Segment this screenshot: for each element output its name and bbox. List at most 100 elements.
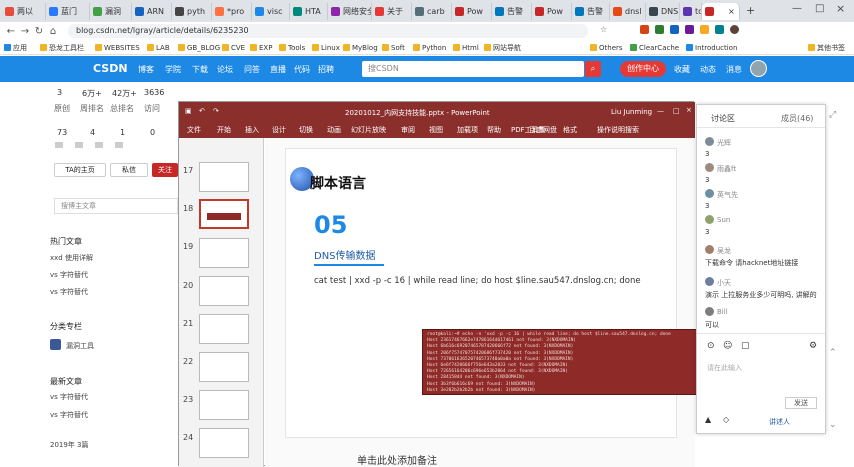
nav-item-messages[interactable]: 消息	[726, 64, 742, 75]
ta-homepage-button[interactable]: TA的主页	[54, 163, 106, 177]
browser-tab[interactable]: carb	[412, 3, 452, 20]
hot-article-link[interactable]: vs 字符替代	[50, 270, 88, 280]
bookmark-item[interactable]: Tools	[279, 42, 305, 53]
profile-avatar[interactable]	[730, 25, 739, 34]
archive-year-link[interactable]: 2019年 3篇	[50, 440, 89, 450]
user-avatar[interactable]	[750, 60, 767, 77]
slide-thumbnail[interactable]	[199, 162, 249, 192]
bookmark-item[interactable]: Others	[590, 42, 623, 53]
bookmark-item[interactable]: Soft	[382, 42, 405, 53]
ppt-close-icon[interactable]: ×	[686, 106, 692, 114]
nav-item[interactable]: 论坛	[217, 64, 233, 75]
redo-icon[interactable]: ↷	[213, 107, 219, 115]
browser-tab[interactable]: *pro	[212, 3, 252, 20]
nav-item[interactable]: 学院	[165, 64, 181, 75]
csdn-logo[interactable]: CSDN	[93, 62, 128, 75]
follow-button[interactable]: 关注	[152, 163, 178, 177]
hide-panel-icon[interactable]: ⌄	[829, 420, 837, 430]
csdn-search-input[interactable]: 搜CSDN	[362, 61, 584, 77]
notes-placeholder[interactable]: 单击此处添加备注	[357, 452, 437, 467]
extension-icon[interactable]	[640, 25, 649, 34]
ppt-maximize-icon[interactable]: □	[673, 107, 680, 115]
ribbon-tab[interactable]: 切换	[299, 125, 313, 135]
ribbon-tab[interactable]: 视图	[429, 125, 443, 135]
create-center-button[interactable]: 创作中心	[620, 61, 666, 77]
send-button[interactable]: 发送	[785, 397, 817, 409]
expand-icon[interactable]: ⤢	[829, 110, 836, 120]
terminal-screenshot[interactable]: root@kali:~# echo -n 'xxd -p -c 16 | whi…	[422, 329, 734, 395]
browser-tab[interactable]: 关于	[372, 3, 412, 20]
bookmark-item[interactable]: 网站导航	[484, 42, 521, 53]
slide-thumbnail[interactable]	[199, 390, 249, 420]
recent-article-link[interactable]: vs 字符替代	[50, 392, 88, 402]
bookmark-item[interactable]: ClearCache	[630, 42, 679, 53]
reload-icon[interactable]: ↻	[32, 26, 46, 37]
ribbon-tab[interactable]: 百度网盘	[529, 125, 557, 135]
minimize-icon[interactable]: —	[792, 3, 802, 14]
ribbon-tab[interactable]: 开始	[217, 125, 231, 135]
bookmark-item[interactable]: EXP	[250, 42, 272, 53]
hot-article-link[interactable]: vs 字符替代	[50, 287, 88, 297]
maximize-icon[interactable]: □	[815, 3, 824, 14]
scroll-top-icon[interactable]: ⌃	[829, 348, 837, 358]
tell-me-search[interactable]: 操作说明搜索	[597, 125, 639, 135]
bookmark-item[interactable]: 应用	[4, 42, 27, 53]
ppt-minimize-icon[interactable]: —	[657, 107, 664, 115]
close-window-icon[interactable]: ×	[836, 2, 845, 15]
bookmark-item[interactable]: Python	[413, 42, 446, 53]
browser-tab[interactable]: 两以	[2, 3, 46, 20]
extension-icon[interactable]	[655, 25, 664, 34]
bookmark-star-icon[interactable]: ☆	[600, 25, 607, 34]
nav-item[interactable]: 问答	[244, 64, 260, 75]
ribbon-tab[interactable]: 格式	[563, 125, 577, 135]
slide-thumbnail[interactable]	[199, 238, 249, 268]
undo-icon[interactable]: ↶	[199, 107, 205, 115]
members-tab[interactable]: 成员(46)	[781, 113, 813, 124]
recent-article-link[interactable]: vs 字符替代	[50, 410, 88, 420]
settings-icon[interactable]: ⚙	[809, 341, 817, 351]
share-icon[interactable]: ◇	[723, 415, 729, 424]
discussion-tab[interactable]: 讨论区	[711, 113, 735, 124]
browser-tab[interactable]: ARN	[132, 3, 172, 20]
browser-tab[interactable]: Pow	[452, 3, 492, 20]
extension-icon[interactable]	[700, 25, 709, 34]
ribbon-tab[interactable]: 帮助	[487, 125, 501, 135]
nav-item[interactable]: 招聘	[318, 64, 334, 75]
save-icon[interactable]: ▣	[185, 107, 192, 115]
bookmark-item[interactable]: Introduction	[686, 42, 737, 53]
browser-tab[interactable]: DNS	[646, 3, 680, 20]
nav-item[interactable]: 直播	[270, 64, 286, 75]
browser-tab[interactable]: visc	[252, 3, 290, 20]
browser-tab[interactable]: 蓝门	[46, 3, 90, 20]
browser-tab[interactable]: 告警	[492, 3, 532, 20]
nav-item-activity[interactable]: 动态	[700, 64, 716, 75]
bookmark-item[interactable]: GB_BLOG	[178, 42, 220, 53]
slide-thumbnail[interactable]	[199, 276, 249, 306]
browser-tab[interactable]: tool	[680, 3, 702, 20]
slide-thumbnail[interactable]	[199, 314, 249, 344]
ribbon-tab[interactable]: 插入	[245, 125, 259, 135]
browser-tab[interactable]: 告警	[572, 3, 610, 20]
ribbon-tab[interactable]: 设计	[272, 125, 286, 135]
message-button[interactable]: 私信	[110, 163, 148, 177]
ribbon-tab[interactable]: 审阅	[401, 125, 415, 135]
extension-icon[interactable]	[670, 25, 679, 34]
nav-item-favorites[interactable]: 收藏	[674, 64, 690, 75]
bookmark-item[interactable]: Linux	[312, 42, 340, 53]
forward-icon[interactable]: →	[18, 26, 32, 37]
bookmark-item[interactable]: CVE	[222, 42, 245, 53]
emoji-icon[interactable]: ☺	[723, 341, 732, 351]
bookmark-item[interactable]: 恐龙工具栏	[40, 42, 84, 53]
url-input[interactable]: blog.csdn.net/lgray/article/details/6235…	[68, 24, 588, 38]
nav-item[interactable]: 博客	[138, 64, 154, 75]
bookmark-item[interactable]: 其他书签	[808, 42, 845, 53]
browser-tab[interactable]: 漏洞	[90, 3, 132, 20]
extension-icon[interactable]	[685, 25, 694, 34]
mic-icon[interactable]: ⊙	[707, 341, 715, 351]
back-icon[interactable]: ←	[4, 26, 18, 37]
like-icon[interactable]: ▲	[705, 415, 711, 424]
new-tab-icon[interactable]: +	[746, 4, 755, 17]
speaker-label[interactable]: 讲述人	[769, 417, 790, 427]
current-slide[interactable]: 脚本语言 05 DNS传输数据 cat test | xxd -p -c 16 …	[285, 148, 734, 438]
ppt-user-name[interactable]: Liu Junming	[611, 108, 652, 116]
